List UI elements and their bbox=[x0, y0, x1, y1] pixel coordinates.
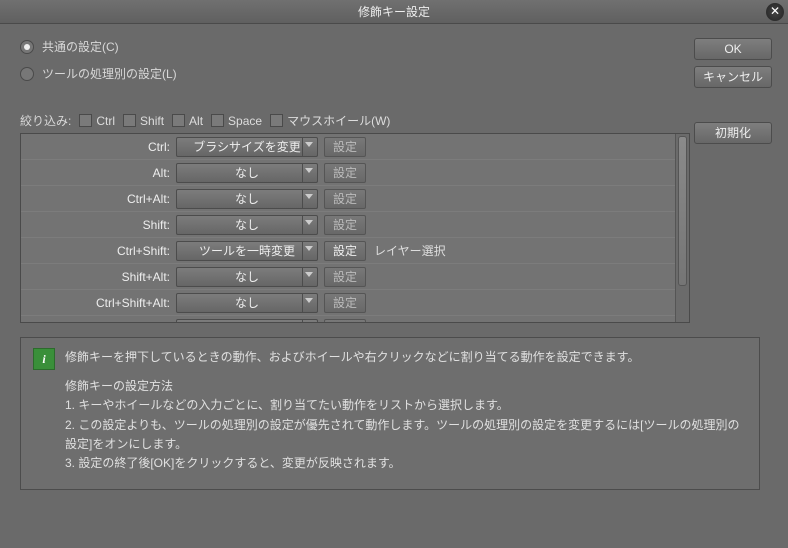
chevron-down-icon bbox=[305, 246, 313, 251]
radio-per-tool-label: ツールの処理別の設定(L) bbox=[42, 65, 177, 82]
chevron-down-icon bbox=[305, 272, 313, 277]
info-step2: 2. この設定よりも、ツールの処理別の設定が優先されて動作します。ツールの処理別… bbox=[65, 416, 747, 454]
key-label: Ctrl+Shift: bbox=[21, 244, 176, 258]
key-label: Space: bbox=[21, 322, 176, 323]
chevron-down-icon bbox=[305, 298, 313, 303]
filter-wheel[interactable]: マウスホイール(W) bbox=[270, 112, 390, 129]
action-dropdown[interactable]: なし bbox=[176, 293, 318, 313]
setting-button[interactable]: 設定 bbox=[324, 319, 366, 323]
key-label: Ctrl+Shift+Alt: bbox=[21, 296, 176, 310]
checkbox-icon bbox=[123, 114, 136, 127]
radio-per-tool[interactable]: ツールの処理別の設定(L) bbox=[20, 65, 774, 82]
filter-space[interactable]: Space bbox=[211, 114, 262, 128]
chevron-down-icon bbox=[305, 194, 313, 199]
action-dropdown[interactable]: なし bbox=[176, 163, 318, 183]
setting-button: 設定 bbox=[324, 137, 366, 157]
ok-button[interactable]: OK bbox=[694, 38, 772, 60]
table-row: Shift+Alt: なし 設定 bbox=[21, 264, 689, 290]
setting-button: 設定 bbox=[324, 215, 366, 235]
checkbox-icon bbox=[211, 114, 224, 127]
radio-common-label: 共通の設定(C) bbox=[42, 38, 119, 55]
dropdown-value: ツールを一時変更 bbox=[199, 320, 295, 322]
info-step3: 3. 設定の終了後[OK]をクリックすると、変更が反映されます。 bbox=[65, 454, 747, 473]
chevron-down-icon bbox=[305, 220, 313, 225]
action-dropdown[interactable]: ブラシサイズを変更 bbox=[176, 137, 318, 157]
checkbox-icon bbox=[79, 114, 92, 127]
table-row: Space: ツールを一時変更 設定 手のひら bbox=[21, 316, 689, 322]
initialize-button[interactable]: 初期化 bbox=[694, 122, 772, 144]
dropdown-value: なし bbox=[235, 164, 259, 181]
dropdown-value: なし bbox=[235, 294, 259, 311]
key-label: Shift: bbox=[21, 218, 176, 232]
table-row: Alt: なし 設定 bbox=[21, 160, 689, 186]
filter-shift[interactable]: Shift bbox=[123, 114, 164, 128]
table-row: Ctrl+Alt: なし 設定 bbox=[21, 186, 689, 212]
setting-button[interactable]: 設定 bbox=[324, 241, 366, 261]
action-dropdown[interactable]: ツールを一時変更 bbox=[176, 319, 318, 323]
modifier-table: Ctrl:ブラシサイズを変更設定Alt:なし設定Ctrl+Alt:なし設定Shi… bbox=[20, 133, 690, 323]
chevron-down-icon bbox=[305, 168, 313, 173]
cancel-button[interactable]: キャンセル bbox=[694, 66, 772, 88]
table-row: Shift: なし 設定 bbox=[21, 212, 689, 238]
dropdown-value: なし bbox=[235, 190, 259, 207]
radio-icon bbox=[20, 40, 34, 54]
info-step1: 1. キーやホイールなどの入力ごとに、割り当てたい動作をリストから選択します。 bbox=[65, 396, 747, 415]
action-dropdown[interactable]: ツールを一時変更 bbox=[176, 241, 318, 261]
filter-label: 絞り込み: bbox=[20, 112, 71, 129]
radio-icon bbox=[20, 67, 34, 81]
filter-alt[interactable]: Alt bbox=[172, 114, 203, 128]
table-row: Ctrl+Shift+Alt: なし 設定 bbox=[21, 290, 689, 316]
close-icon[interactable]: ✕ bbox=[766, 3, 784, 21]
checkbox-icon bbox=[172, 114, 185, 127]
filter-row: 絞り込み: Ctrl Shift Alt Space マウスホイール(W) bbox=[20, 112, 774, 129]
info-icon: i bbox=[33, 348, 55, 370]
action-dropdown[interactable]: なし bbox=[176, 267, 318, 287]
scrollbar[interactable] bbox=[675, 134, 689, 322]
setting-button: 設定 bbox=[324, 189, 366, 209]
info-line1: 修飾キーを押下しているときの動作、およびホイールや右クリックなどに割り当てる動作… bbox=[65, 348, 747, 367]
key-label: Shift+Alt: bbox=[21, 270, 176, 284]
key-label: Ctrl: bbox=[21, 140, 176, 154]
setting-button: 設定 bbox=[324, 267, 366, 287]
extra-label: レイヤー選択 bbox=[374, 242, 446, 259]
info-heading: 修飾キーの設定方法 bbox=[65, 377, 747, 396]
checkbox-icon bbox=[270, 114, 283, 127]
scrollbar-thumb[interactable] bbox=[678, 136, 687, 286]
dropdown-value: ブラシサイズを変更 bbox=[193, 138, 300, 155]
dialog-title: 修飾キー設定 bbox=[358, 5, 430, 19]
key-label: Alt: bbox=[21, 166, 176, 180]
table-row: Ctrl+Shift: ツールを一時変更 設定レイヤー選択 bbox=[21, 238, 689, 264]
extra-label: 手のひら bbox=[374, 320, 422, 322]
dropdown-value: なし bbox=[235, 216, 259, 233]
filter-ctrl[interactable]: Ctrl bbox=[79, 114, 115, 128]
setting-button: 設定 bbox=[324, 293, 366, 313]
dropdown-value: なし bbox=[235, 268, 259, 285]
table-row: Ctrl: ブラシサイズを変更 設定 bbox=[21, 134, 689, 160]
action-dropdown[interactable]: なし bbox=[176, 189, 318, 209]
key-label: Ctrl+Alt: bbox=[21, 192, 176, 206]
dropdown-value: ツールを一時変更 bbox=[199, 242, 295, 259]
setting-button: 設定 bbox=[324, 163, 366, 183]
title-bar: 修飾キー設定 ✕ bbox=[0, 0, 788, 24]
info-panel: i 修飾キーを押下しているときの動作、およびホイールや右クリックなどに割り当てる… bbox=[20, 337, 760, 490]
chevron-down-icon bbox=[305, 142, 313, 147]
radio-common[interactable]: 共通の設定(C) bbox=[20, 38, 774, 55]
action-dropdown[interactable]: なし bbox=[176, 215, 318, 235]
